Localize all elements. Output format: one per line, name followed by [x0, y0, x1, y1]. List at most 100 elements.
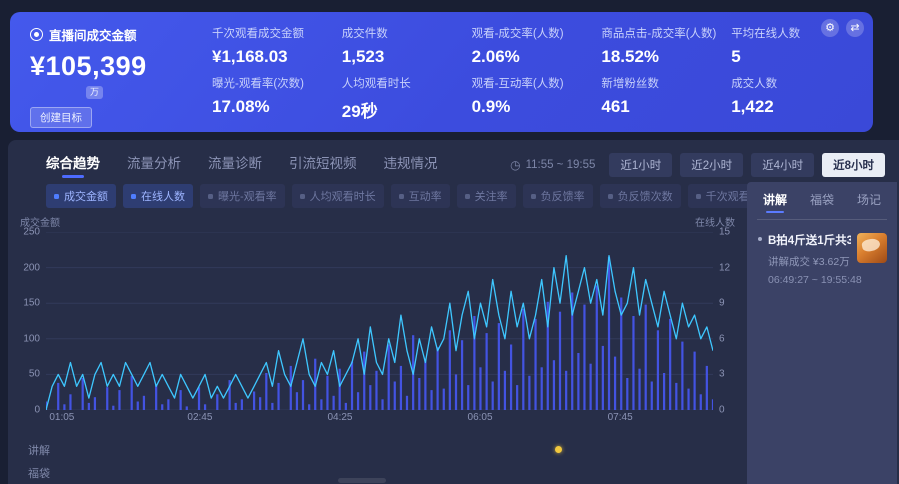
chip-dot-icon: [608, 194, 613, 199]
metric-chips-row: 成交金额在线人数曝光-观看率人均观看时长互动率关注率负反馈率负反馈次数千次观看成…: [8, 182, 741, 208]
kpi-label: 千次观看成交金额: [212, 25, 336, 41]
metric-chip-成交金额[interactable]: 成交金额: [46, 184, 116, 208]
x-tick-label: 02:45: [187, 412, 212, 423]
plot-row: 250200150100500 15129630: [16, 232, 737, 410]
y-tick-label: 15: [719, 227, 730, 238]
kpi-label: 观看-互动率(人数): [472, 75, 596, 91]
swap-icon[interactable]: ⇄: [846, 19, 864, 37]
kpi-label: 商品点击-成交率(人数): [601, 25, 725, 41]
kpi-value: 5: [731, 47, 855, 67]
metric-chip-关注率[interactable]: 关注率: [457, 184, 516, 208]
metric-chip-曝光-观看率[interactable]: 曝光-观看率: [200, 184, 285, 208]
chip-dot-icon: [208, 194, 213, 199]
metric-chip-负反馈次数[interactable]: 负反馈次数: [600, 184, 681, 208]
kpi-cell: 商品点击-成交率(人数)18.52%: [601, 25, 725, 71]
metric-chip-负反馈率[interactable]: 负反馈率: [523, 184, 593, 208]
chip-label: 互动率: [409, 188, 442, 204]
range-button-近4小时[interactable]: 近4小时: [751, 153, 814, 177]
chip-dot-icon: [399, 194, 404, 199]
kpi-grid: 千次观看成交金额¥1,168.03成交件数1,523观看-成交率(人数)2.06…: [200, 25, 855, 122]
chip-label: 关注率: [475, 188, 508, 204]
tab-流量分析[interactable]: 流量分析: [127, 152, 181, 178]
explain-panel: 讲解 福袋 场记 B拍4斤送1斤共35-4... 讲解成交 ¥3.62万 06:49…: [747, 182, 897, 484]
bullet-icon: [758, 237, 762, 241]
tab-list: 综合趋势 流量分析 流量诊断 引流短视频 违规情况: [46, 152, 465, 178]
chip-dot-icon: [696, 194, 701, 199]
tabs-row: 综合趋势 流量分析 流量诊断 引流短视频 违规情况 ◷ 11:55 ~ 19:55 近1…: [8, 140, 899, 176]
track-讲解: 讲解: [28, 438, 737, 461]
range-button-近8小时[interactable]: 近8小时: [822, 153, 885, 177]
panel-tab-场记[interactable]: 场记: [857, 191, 881, 212]
chip-label: 负反馈率: [541, 188, 585, 204]
tab-引流短视频[interactable]: 引流短视频: [289, 152, 357, 178]
time-range: ◷ 11:55 ~ 19:55: [510, 158, 595, 172]
main-panel: 综合趋势 流量分析 流量诊断 引流短视频 违规情况 ◷ 11:55 ~ 19:55 近1…: [8, 140, 899, 484]
metric-chip-千次观看成交金额[interactable]: 千次观看成交金额: [688, 184, 752, 208]
time-range-text: 11:55 ~ 19:55: [526, 159, 596, 171]
y-tick-label: 9: [719, 298, 725, 309]
main-kpi-title: 直播间成交金额: [49, 25, 137, 44]
track-label: 福袋: [28, 465, 62, 481]
kpi-value: 1,523: [342, 47, 466, 67]
chart-area: 成交金额 在线人数 250200150100500 15129630 01:05…: [8, 208, 741, 484]
track-marker-dot[interactable]: [555, 446, 562, 453]
y-tick-label: 50: [29, 369, 40, 380]
range-button-近2小时[interactable]: 近2小时: [680, 153, 743, 177]
y-tick-label: 200: [23, 262, 40, 273]
y-axis-right: 15129630: [713, 232, 737, 410]
y-tick-label: 3: [719, 369, 725, 380]
create-goal-button[interactable]: 创建目标: [30, 107, 92, 128]
product-thumbnail: [857, 233, 887, 263]
main-kpi-block: 直播间成交金额 ¥105,399 万 创建目标: [30, 25, 200, 122]
trend-chart-svg: [46, 232, 713, 410]
y-tick-label: 100: [23, 333, 40, 344]
kpi-cell: 成交件数 1,523: [342, 25, 466, 71]
x-tick-label: 07:45: [608, 412, 633, 423]
explain-item-title: B拍4斤送1斤共35-4...: [768, 232, 851, 248]
metric-chip-人均观看时长[interactable]: 人均观看时长: [292, 184, 384, 208]
main-kpi-value: ¥105,399: [30, 51, 200, 82]
chart-column: 成交金额在线人数曝光-观看率人均观看时长互动率关注率负反馈率负反馈次数千次观看成…: [8, 182, 741, 484]
chip-label: 成交金额: [64, 188, 108, 204]
panel-tab-讲解[interactable]: 讲解: [763, 191, 787, 212]
panel-tab-福袋[interactable]: 福袋: [810, 191, 834, 212]
kpi-summary-card: 直播间成交金额 ¥105,399 万 创建目标 千次观看成交金额 ¥1,168.0…: [10, 12, 873, 132]
kpi-value: 2.06%: [472, 47, 596, 67]
y-tick-label: 250: [23, 227, 40, 238]
main-kpi-title-row: 直播间成交金额: [30, 25, 200, 44]
axis-titles: 成交金额 在线人数: [16, 214, 737, 232]
tab-违规情况[interactable]: 违规情况: [384, 152, 438, 178]
x-axis-row: 01:0502:4504:2506:0507:45: [16, 410, 737, 426]
kpi-value: ¥1,168.03: [212, 47, 336, 67]
chip-list: 成交金额在线人数曝光-观看率 人均观看时长 互动率 关注率 负反馈率负反馈次数千次观看成…: [46, 184, 752, 208]
kpi-value: 1,422: [731, 97, 855, 117]
track-label: 讲解: [28, 442, 62, 458]
chip-dot-icon: [531, 194, 536, 199]
x-tick-label: 04:25: [327, 412, 352, 423]
metric-chip-互动率[interactable]: 互动率: [391, 184, 450, 208]
tab-综合趋势[interactable]: 综合趋势: [46, 152, 100, 178]
tab-流量诊断[interactable]: 流量诊断: [208, 152, 262, 178]
kpi-cell: 人均观看时长29秒: [342, 75, 466, 122]
card-corner-icons: ⚙ ⇄: [821, 19, 864, 37]
explain-item-time: 06:49:27 ~ 19:55:48: [768, 274, 851, 286]
kpi-value: 0.9%: [472, 97, 596, 117]
y-tick-label: 0: [34, 405, 40, 416]
horizontal-scrollbar-thumb[interactable]: [338, 478, 386, 483]
kpi-value: 17.08%: [212, 97, 336, 117]
explain-item-deal: 讲解成交 ¥3.62万: [768, 254, 851, 269]
kpi-label: 成交件数: [342, 25, 466, 41]
chip-label: 人均观看时长: [310, 188, 376, 204]
trend-chart-plot[interactable]: [46, 232, 713, 410]
y-tick-label: 150: [23, 298, 40, 309]
range-button-近1小时[interactable]: 近1小时: [609, 153, 672, 177]
chip-dot-icon: [465, 194, 470, 199]
kpi-cell: 新增粉丝数461: [601, 75, 725, 122]
gear-icon[interactable]: ⚙: [821, 19, 839, 37]
x-tick-label: 01:05: [49, 412, 74, 423]
metric-chip-在线人数[interactable]: 在线人数: [123, 184, 193, 208]
kpi-cell: 观看-互动率(人数) 0.9%: [472, 75, 596, 122]
explain-item[interactable]: B拍4斤送1斤共35-4... 讲解成交 ¥3.62万 06:49:27 ~ 1…: [757, 232, 887, 286]
y-tick-label: 12: [719, 262, 730, 273]
chip-dot-icon: [131, 194, 136, 199]
